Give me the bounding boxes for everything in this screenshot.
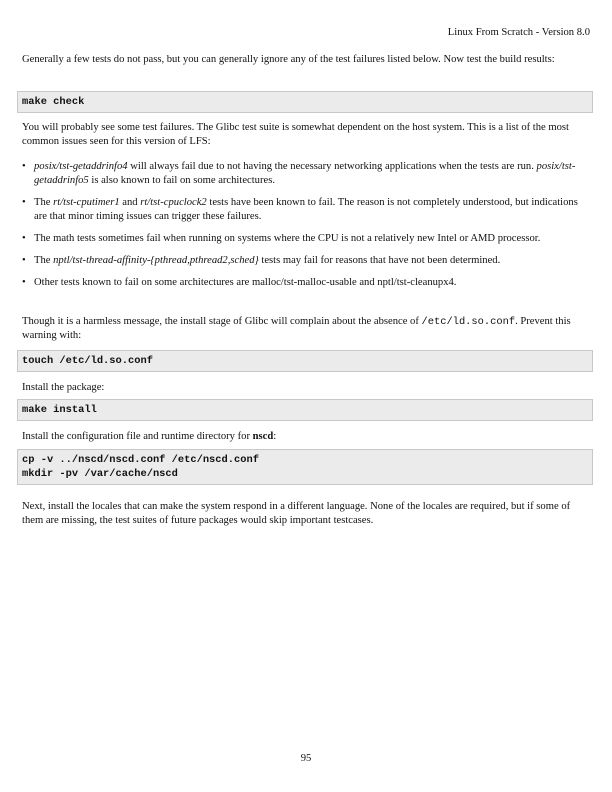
test-name: nptl/tst-thread-affinity-{pthread,pthrea… <box>53 255 259 266</box>
file-path: /etc/ld.so.conf <box>421 316 516 328</box>
failure-list: posix/tst-getaddrinfo4 will always fail … <box>22 160 590 298</box>
failures-intro-paragraph: You will probably see some test failures… <box>22 122 569 147</box>
code-make-check: make check <box>17 91 593 113</box>
list-item: posix/tst-getaddrinfo4 will always fail … <box>22 160 590 188</box>
running-header: Linux From Scratch - Version 8.0 <box>447 27 590 38</box>
list-item: The math tests sometimes fail when runni… <box>22 232 590 246</box>
intro-paragraph: Generally a few tests do not pass, but y… <box>22 54 555 65</box>
text: Install the configuration file and runti… <box>22 431 253 442</box>
text: The <box>34 255 54 266</box>
text: tests may fail for reasons that have not… <box>258 255 501 266</box>
code-make-install: make install <box>17 399 593 421</box>
ldso-paragraph: Though it is a harmless message, the ins… <box>22 315 590 343</box>
test-name: rt/tst-cputimer1 <box>53 197 120 208</box>
list-item: The rt/tst-cputimer1 and rt/tst-cpuclock… <box>22 196 590 224</box>
package-name: nscd <box>252 431 274 442</box>
test-name: posix/tst-getaddrinfo4 <box>34 161 128 172</box>
page-number: 95 <box>300 753 312 764</box>
config-paragraph: Install the configuration file and runti… <box>22 430 590 444</box>
text: Though it is a harmless message, the ins… <box>22 316 422 327</box>
text: and <box>119 197 141 208</box>
code-nscd: cp -v ../nscd/nscd.conf /etc/nscd.conf m… <box>17 449 593 485</box>
text: will always fail due to not having the n… <box>127 161 537 172</box>
text: The <box>34 197 54 208</box>
text: is also known to fail on some architectu… <box>88 175 275 186</box>
install-package-text: Install the package: <box>22 382 105 393</box>
code-touch: touch /etc/ld.so.conf <box>17 350 593 372</box>
text: : <box>273 431 277 442</box>
list-item: Other tests known to fail on some archit… <box>22 276 590 290</box>
locales-paragraph: Next, install the locales that can make … <box>22 501 571 526</box>
test-name: rt/tst-cpuclock2 <box>140 197 207 208</box>
list-item: The nptl/tst-thread-affinity-{pthread,pt… <box>22 254 590 268</box>
